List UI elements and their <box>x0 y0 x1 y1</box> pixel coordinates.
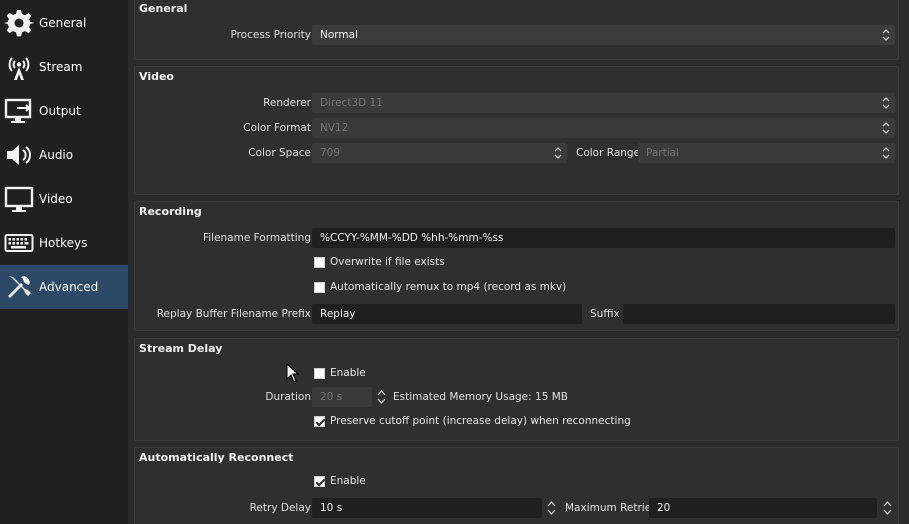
group-title: Stream Delay <box>139 342 223 355</box>
chevron-updown-icon <box>878 144 894 162</box>
preserve-cutoff-label: Preserve cutoff point (increase delay) w… <box>330 415 631 427</box>
renderer-select[interactable]: Direct3D 11 <box>312 93 895 113</box>
color-space-label: Color Space <box>248 147 311 159</box>
keyboard-icon <box>2 226 36 260</box>
advanced-settings-panel: General Process Priority Normal Video Re… <box>128 0 909 524</box>
stream-delay-group: Stream Delay Enable Duration 20 s Estima… <box>134 338 899 441</box>
color-space-select[interactable]: 709 <box>312 143 567 163</box>
retry-delay-label: Retry Delay <box>249 502 311 514</box>
retry-delay-spinbox[interactable]: 10 s <box>312 498 542 518</box>
sidebar-item-video[interactable]: Video <box>0 177 128 221</box>
replay-prefix-label: Replay Buffer Filename Prefix <box>156 308 311 320</box>
chevron-updown-icon <box>550 144 566 162</box>
process-priority-value: Normal <box>320 29 358 41</box>
sidebar-item-label: Hotkeys <box>39 236 88 250</box>
process-priority-label: Process Priority <box>230 29 311 41</box>
stream-delay-enable-label: Enable <box>330 367 366 379</box>
group-title: Automatically Reconnect <box>139 451 294 464</box>
video-group: Video Renderer Direct3D 11 Color Format … <box>134 66 899 195</box>
sidebar-item-audio[interactable]: Audio <box>0 133 128 177</box>
sidebar-item-advanced[interactable]: Advanced <box>0 265 128 309</box>
sidebar-item-output[interactable]: Output <box>0 89 128 133</box>
color-space-value: 709 <box>320 147 341 159</box>
color-format-value: NV12 <box>320 122 349 134</box>
auto-reconnect-enable-checkbox[interactable]: Enable <box>314 475 366 487</box>
tools-icon <box>2 270 36 304</box>
checkbox-box[interactable] <box>314 415 325 427</box>
auto-remux-checkbox-label: Automatically remux to mp4 (record as mk… <box>330 281 567 293</box>
group-title: Video <box>139 70 174 83</box>
checkbox-box[interactable] <box>314 256 325 268</box>
filename-formatting-input[interactable]: %CCYY-%MM-%DD %hh-%mm-%ss <box>312 228 895 248</box>
color-format-label: Color Format <box>243 122 311 134</box>
checkbox-box[interactable] <box>314 475 325 487</box>
sidebar-item-label: Audio <box>39 148 74 162</box>
chevron-updown-icon <box>878 94 894 112</box>
color-range-label: Color Range <box>576 147 641 159</box>
preserve-cutoff-checkbox[interactable]: Preserve cutoff point (increase delay) w… <box>314 415 631 427</box>
spin-arrows-icon[interactable] <box>880 498 894 518</box>
sidebar-item-label: Advanced <box>39 280 99 294</box>
auto-reconnect-enable-label: Enable <box>330 475 366 487</box>
spin-arrows-icon[interactable] <box>374 387 388 407</box>
duration-spinbox[interactable]: 20 s <box>312 387 372 407</box>
replay-prefix-input[interactable]: Replay <box>312 304 582 324</box>
gear-icon <box>2 6 36 40</box>
maximum-retries-spinbox[interactable]: 20 <box>649 498 877 518</box>
overwrite-checkbox[interactable]: Overwrite if file exists <box>314 256 445 268</box>
monitor-icon <box>2 182 36 216</box>
group-title: Recording <box>139 205 202 218</box>
stream-delay-enable-checkbox[interactable]: Enable <box>314 367 366 379</box>
mouse-cursor-icon <box>286 363 300 383</box>
maximum-retries-label: Maximum Retries <box>565 502 657 514</box>
sidebar-item-stream[interactable]: Stream <box>0 45 128 89</box>
sidebar-item-general[interactable]: General <box>0 1 128 45</box>
sidebar-item-hotkeys[interactable]: Hotkeys <box>0 221 128 265</box>
filename-formatting-label: Filename Formatting <box>202 232 311 244</box>
color-range-value: Partial <box>646 147 679 159</box>
sidebar-item-label: Output <box>39 104 81 118</box>
speaker-icon <box>2 138 36 172</box>
broadcast-antenna-icon <box>2 50 36 84</box>
color-format-select[interactable]: NV12 <box>312 118 895 138</box>
auto-reconnect-group: Automatically Reconnect Enable Retry Del… <box>134 447 899 524</box>
scrollbar-track[interactable] <box>905 0 909 524</box>
chevron-updown-icon <box>878 26 894 44</box>
renderer-label: Renderer <box>263 97 311 109</box>
sidebar-item-label: General <box>39 16 87 30</box>
general-group: General Process Priority Normal <box>134 0 899 60</box>
auto-remux-checkbox[interactable]: Automatically remux to mp4 (record as mk… <box>314 281 566 293</box>
suffix-input[interactable] <box>623 304 895 324</box>
estimated-memory-usage: Estimated Memory Usage: 15 MB <box>393 391 568 403</box>
checkbox-box[interactable] <box>314 367 325 379</box>
checkbox-box[interactable] <box>314 281 325 293</box>
settings-sidebar: General Stream Output Audio Video Hotkey… <box>0 0 128 524</box>
sidebar-item-label: Video <box>39 192 73 206</box>
chevron-updown-icon <box>878 119 894 137</box>
color-range-select[interactable]: Partial <box>638 143 895 163</box>
recording-group: Recording Filename Formatting %CCYY-%MM-… <box>134 201 899 331</box>
group-title: General <box>139 2 188 15</box>
overwrite-checkbox-label: Overwrite if file exists <box>330 256 445 268</box>
suffix-label: Suffix <box>590 308 620 320</box>
spin-arrows-icon[interactable] <box>544 498 558 518</box>
monitor-output-icon <box>2 94 36 128</box>
duration-label: Duration <box>265 391 311 403</box>
process-priority-select[interactable]: Normal <box>312 25 895 45</box>
renderer-value: Direct3D 11 <box>320 97 383 109</box>
sidebar-item-label: Stream <box>39 60 83 74</box>
